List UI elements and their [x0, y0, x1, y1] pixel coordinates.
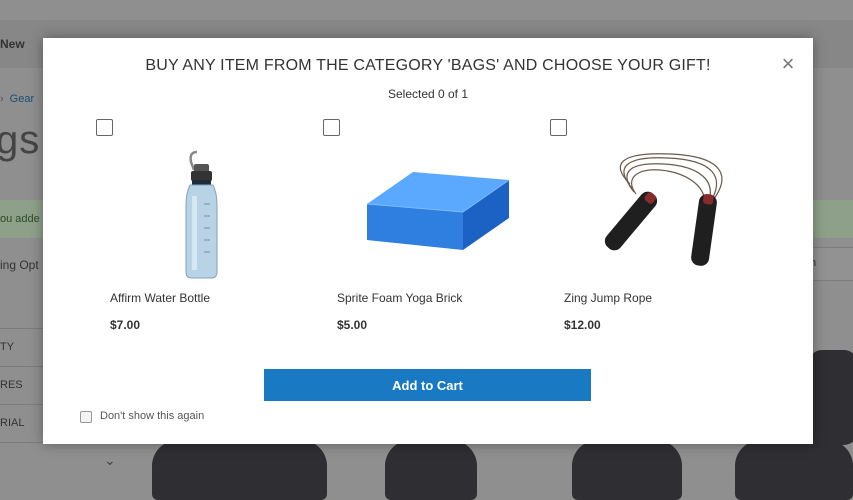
product-checkbox[interactable] — [550, 119, 567, 136]
product-card: Zing Jump Rope $12.00 — [550, 116, 750, 346]
selection-counter: Selected 0 of 1 — [387, 87, 469, 101]
product-checkbox[interactable] — [96, 119, 113, 136]
water-bottle-image — [106, 144, 286, 279]
bag-image — [572, 440, 682, 500]
filter-label: TY — [0, 341, 15, 353]
product-checkbox[interactable] — [323, 119, 340, 136]
product-card: Sprite Foam Yoga Brick $5.00 — [323, 116, 523, 346]
close-icon[interactable]: × — [776, 53, 800, 77]
breadcrumb-link-gear: Gear — [9, 93, 35, 105]
yoga-brick-image — [333, 144, 513, 279]
nav-item-new: New — [0, 37, 25, 51]
product-price: $5.00 — [337, 318, 368, 332]
breadcrumb: › Gear — [0, 93, 34, 105]
filter-label: RES — [0, 379, 23, 391]
product-price: $12.00 — [564, 318, 601, 332]
modal-title: BUY ANY ITEM FROM THE CATEGORY 'BAGS' AN… — [145, 57, 711, 74]
bag-image — [808, 350, 853, 445]
bag-image — [735, 440, 853, 500]
gift-modal: BUY ANY ITEM FROM THE CATEGORY 'BAGS' AN… — [43, 38, 813, 444]
breadcrumb-separator: › — [0, 93, 4, 105]
product-name[interactable]: Affirm Water Bottle — [110, 291, 210, 305]
product-card: Affirm Water Bottle $7.00 — [96, 116, 296, 346]
product-price: $7.00 — [110, 318, 141, 332]
chevron-down-icon: ⌄ — [104, 452, 116, 468]
product-name[interactable]: Zing Jump Rope — [564, 291, 652, 305]
product-name[interactable]: Sprite Foam Yoga Brick — [337, 291, 462, 305]
jump-rope-image — [560, 144, 740, 279]
bag-image — [385, 440, 477, 500]
dont-show-label[interactable]: Don't show this again — [100, 410, 204, 422]
page-title: gs — [0, 118, 41, 162]
dont-show-checkbox[interactable] — [80, 411, 92, 423]
success-message-text: ou adde — [0, 213, 40, 225]
add-to-cart-button[interactable]: Add to Cart — [264, 369, 591, 401]
bag-image — [152, 440, 327, 500]
filter-label: RIAL — [0, 417, 25, 429]
shopping-options-label: ing Opt — [0, 258, 39, 272]
